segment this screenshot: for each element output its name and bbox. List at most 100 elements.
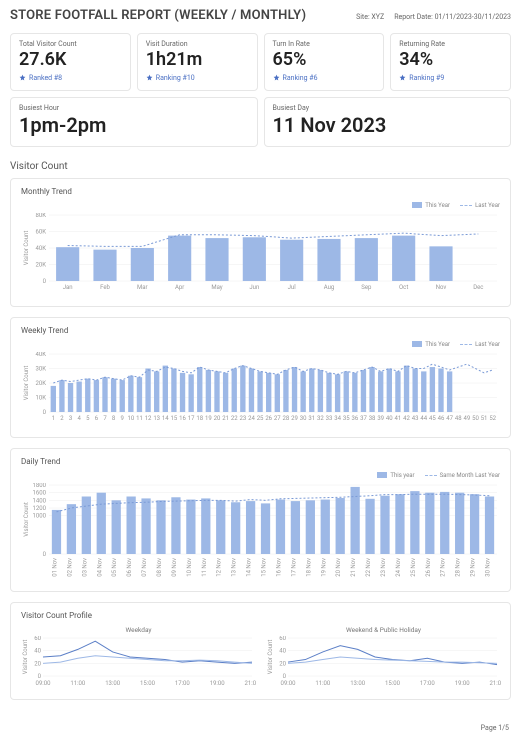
dash-icon	[460, 344, 472, 345]
svg-text:10K: 10K	[35, 394, 46, 401]
svg-text:15 Nov: 15 Nov	[261, 558, 268, 577]
svg-text:50: 50	[472, 415, 479, 422]
svg-text:32: 32	[317, 415, 324, 422]
legend-this-year: This Year	[412, 341, 450, 348]
svg-text:37: 37	[360, 415, 367, 422]
svg-text:Mar: Mar	[137, 284, 148, 291]
dash-icon	[460, 205, 472, 206]
svg-text:16 Nov: 16 Nov	[275, 558, 282, 577]
busiest-day: Busiest Day 11 Nov 2023	[264, 97, 512, 147]
svg-text:35: 35	[343, 415, 350, 422]
svg-text:27: 27	[274, 415, 281, 422]
svg-text:60: 60	[279, 636, 286, 642]
svg-text:05 Nov: 05 Nov	[111, 558, 118, 577]
svg-text:11:00: 11:00	[315, 680, 331, 686]
star-icon	[19, 74, 26, 81]
legend: This Year Last Year	[21, 202, 500, 209]
kpi-rank-text: Ranking #9	[409, 74, 444, 82]
site-value: XYZ	[371, 13, 384, 21]
card-title: Visitor Count Profile	[21, 611, 500, 620]
report-page: STORE FOOTFALL REPORT (WEEKLY / MONTHLY)…	[0, 0, 521, 740]
svg-text:20 Nov: 20 Nov	[335, 558, 342, 577]
svg-text:Jan: Jan	[63, 284, 73, 291]
legend-last-year: Last Year	[460, 341, 500, 348]
kpi-value: 27.6K	[19, 50, 122, 70]
kpi-value: 1h21m	[146, 50, 249, 70]
kpi-rank: Ranking #6	[273, 74, 376, 82]
svg-text:40: 40	[279, 647, 286, 654]
svg-text:29: 29	[291, 415, 298, 422]
svg-text:0: 0	[38, 673, 42, 680]
svg-text:09 Nov: 09 Nov	[171, 558, 178, 577]
svg-text:45: 45	[429, 415, 436, 422]
sub-title: Weekday	[21, 626, 256, 634]
busiest-row: Busiest Hour 1pm-2pm Busiest Day 11 Nov …	[10, 97, 511, 147]
card-title: Monthly Trend	[21, 187, 500, 196]
svg-text:Jul: Jul	[288, 284, 296, 291]
swatch-icon	[377, 472, 387, 478]
svg-text:60K: 60K	[35, 228, 46, 235]
svg-text:34: 34	[334, 415, 341, 422]
svg-text:11: 11	[136, 415, 143, 422]
svg-text:44: 44	[420, 415, 427, 422]
svg-text:6: 6	[95, 415, 99, 422]
svg-text:36: 36	[351, 415, 358, 422]
svg-text:11:00: 11:00	[70, 680, 86, 686]
card-daily-trend: Daily Trend This year Same Month Last Ye…	[10, 448, 511, 592]
legend-this-year: This Year	[412, 202, 450, 209]
svg-text:09:00: 09:00	[281, 680, 297, 686]
svg-text:17:00: 17:00	[175, 680, 191, 686]
section-title: Visitor Count	[10, 161, 511, 172]
svg-text:22 Nov: 22 Nov	[365, 558, 372, 577]
svg-text:Dec: Dec	[473, 284, 483, 291]
legend-label: Same Month Last Year	[440, 472, 500, 479]
svg-text:Jun: Jun	[249, 284, 259, 291]
card-title: Weekly Trend	[21, 326, 500, 335]
svg-text:38: 38	[369, 415, 376, 422]
star-icon	[146, 74, 153, 81]
label: Busiest Day	[273, 104, 503, 112]
legend-label: This Year	[425, 341, 450, 348]
svg-text:30 Nov: 30 Nov	[485, 558, 492, 577]
svg-text:14 Nov: 14 Nov	[246, 558, 253, 577]
svg-text:03 Nov: 03 Nov	[81, 558, 88, 577]
svg-text:17: 17	[188, 415, 195, 422]
site-block: Site: XYZ	[356, 13, 384, 21]
svg-text:May: May	[211, 284, 222, 291]
svg-text:26: 26	[265, 415, 272, 422]
svg-text:17:00: 17:00	[420, 680, 436, 686]
busiest-hour: Busiest Hour 1pm-2pm	[10, 97, 258, 147]
legend-last-year: Last Year	[460, 202, 500, 209]
profile-weekday: Weekday 0204060Visitor Count09:0011:0013…	[21, 626, 256, 689]
profile-weekend: Weekend & Public Holiday 0204060Visitor …	[266, 626, 501, 689]
svg-text:2: 2	[60, 415, 64, 422]
svg-text:7: 7	[103, 415, 107, 422]
svg-text:8: 8	[112, 415, 116, 422]
kpi-returning-rate: Returning Rate 34% Ranking #9	[390, 33, 511, 91]
svg-text:02 Nov: 02 Nov	[66, 558, 73, 577]
svg-text:9: 9	[121, 415, 124, 422]
site-label: Site:	[356, 13, 370, 21]
svg-text:16: 16	[179, 415, 186, 422]
svg-text:Apr: Apr	[175, 284, 184, 291]
svg-text:13 Nov: 13 Nov	[231, 558, 238, 577]
kpi-rank: Ranking #10	[146, 74, 249, 82]
legend-label: Last Year	[475, 202, 500, 209]
swatch-icon	[412, 202, 422, 208]
svg-text:24: 24	[248, 415, 255, 422]
svg-text:Visitor Count: Visitor Count	[23, 230, 30, 265]
kpi-turn-in-rate: Turn In Rate 65% Ranking #6	[264, 33, 385, 91]
kpi-label: Returning Rate	[399, 40, 502, 48]
svg-text:21:00: 21:00	[490, 680, 501, 686]
chart-monthly: 020K40K60K80KVisitor CountJanFebMarAprMa…	[21, 213, 501, 293]
svg-text:33: 33	[326, 415, 333, 422]
label: Busiest Hour	[19, 104, 249, 112]
kpi-rank-text: Ranking #10	[156, 74, 195, 82]
star-icon	[273, 74, 280, 81]
kpi-rank-text: Ranked #8	[29, 74, 62, 82]
svg-text:19:00: 19:00	[210, 680, 226, 686]
svg-text:46: 46	[438, 415, 445, 422]
svg-text:60: 60	[34, 636, 41, 642]
kpi-label: Turn In Rate	[273, 40, 376, 48]
svg-text:47: 47	[446, 415, 453, 422]
